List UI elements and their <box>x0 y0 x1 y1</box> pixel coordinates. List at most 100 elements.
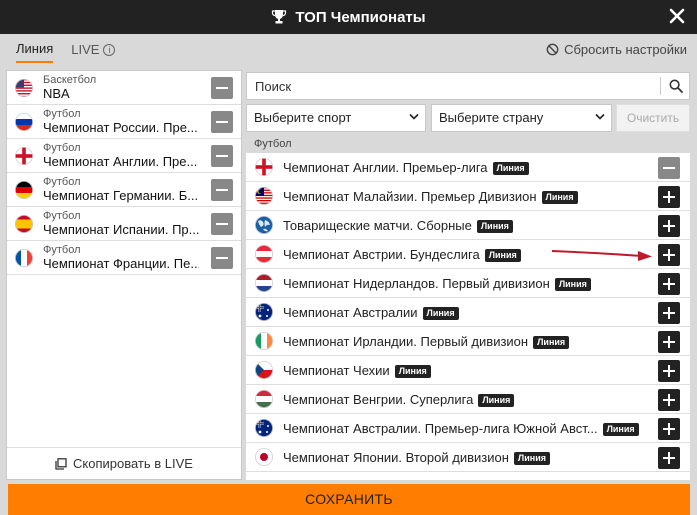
add-league-button[interactable] <box>658 215 680 237</box>
en-flag-icon <box>15 146 33 165</box>
favorites-list: Баскетбол NBA Футбол Чемпионат России. Пре.… <box>7 71 241 275</box>
search-box <box>246 72 690 100</box>
nl-flag-icon <box>255 274 273 292</box>
us-flag-icon <box>15 78 33 97</box>
favorite-name: Чемпионат Германии. Б... <box>43 188 199 203</box>
add-league-button[interactable] <box>658 302 680 324</box>
favorite-text: Футбол Чемпионат Испании. Пр... <box>43 210 211 237</box>
favorite-name: NBA <box>43 86 70 101</box>
fr-flag-icon <box>15 248 33 267</box>
hu-flag-icon <box>255 390 273 408</box>
line-badge: Линия <box>476 219 513 233</box>
add-league-button[interactable] <box>658 186 680 208</box>
favorite-name: Чемпионат Франции. Пе... <box>43 256 199 271</box>
favorite-sport: Футбол <box>43 210 81 222</box>
league-name: Чемпионат Нидерландов. Первый дивизион Ли… <box>283 276 591 291</box>
jp-flag-icon <box>255 448 273 466</box>
league-name-text: Чемпионат Австрии. Бундеслига <box>283 246 480 262</box>
league-name: Чемпионат Австрии. Бундеслига Линия <box>283 247 521 262</box>
sport-select-value: Выберите спорт <box>254 110 352 125</box>
favorite-text: Футбол Чемпионат Англии. Пре... <box>43 142 211 169</box>
league-name: Товарищеские матчи. Сборные Линия <box>283 218 513 233</box>
league-name-text: Чемпионат Нидерландов. Первый дивизион <box>283 275 550 291</box>
league-row: Чемпионат Японии. Второй дивизион Линия <box>246 443 690 472</box>
league-row: Чемпионат Англии. Премьер-лига Линия <box>246 153 690 182</box>
league-name-text: Товарищеские матчи. Сборные <box>283 217 472 233</box>
add-league-button[interactable] <box>658 389 680 411</box>
search-icon[interactable] <box>669 79 683 93</box>
remove-favorite-button[interactable] <box>211 178 233 201</box>
es-flag-icon <box>15 214 33 233</box>
save-button[interactable]: СОХРАНИТЬ <box>8 484 690 515</box>
remove-favorite-button[interactable] <box>211 110 233 133</box>
line-badge: Линия <box>394 364 431 378</box>
reset-settings-button[interactable]: Сбросить настройки <box>546 42 687 57</box>
favorite-item: Баскетбол NBA <box>7 71 241 105</box>
favorite-name: Чемпионат России. Пре... <box>43 120 198 135</box>
league-row: Чемпионат Австралии. Премьер-лига Южной … <box>246 414 690 443</box>
line-badge: Линия <box>513 451 550 465</box>
league-row: Чемпионат Малайзии. Премьер Дивизион Лини… <box>246 182 690 211</box>
favorites-panel: Баскетбол NBA Футбол Чемпионат России. Пре.… <box>6 70 242 480</box>
country-select[interactable]: Выберите страну <box>431 104 612 132</box>
remove-favorite-button[interactable] <box>211 76 233 99</box>
tab-line[interactable]: Линия <box>16 37 54 63</box>
au-flag-icon <box>255 419 273 437</box>
favorite-text: Баскетбол NBA <box>43 74 211 101</box>
league-name: Чемпионат Чехии Линия <box>283 363 431 378</box>
league-row: Товарищеские матчи. Сборные Линия <box>246 211 690 240</box>
league-row: Чемпионат Ирландии. Первый дивизион Линия <box>246 327 690 356</box>
league-name-text: Чемпионат Венгрии. Суперлига <box>283 391 474 407</box>
favorite-item: Футбол Чемпионат Франции. Пе... <box>7 241 241 275</box>
league-name: Чемпионат Японии. Второй дивизион Линия <box>283 450 550 465</box>
at-flag-icon <box>255 245 273 263</box>
tab-live-label: LIVE <box>71 42 100 57</box>
league-name: Чемпионат Австралии. Премьер-лига Южной … <box>283 421 639 436</box>
favorite-sport: Футбол <box>43 142 81 154</box>
search-divider <box>660 77 661 95</box>
reset-settings-label: Сбросить настройки <box>564 42 687 57</box>
remove-league-button[interactable] <box>658 157 680 179</box>
favorite-name: Чемпионат Англии. Пре... <box>43 154 198 169</box>
remove-favorite-button[interactable] <box>211 144 233 167</box>
info-icon[interactable]: i <box>103 44 116 56</box>
line-badge: Линия <box>554 277 591 291</box>
favorite-name: Чемпионат Испании. Пр... <box>43 222 199 237</box>
favorite-text: Футбол Чемпионат Франции. Пе... <box>43 244 211 271</box>
remove-favorite-button[interactable] <box>211 246 233 269</box>
favorite-sport: Футбол <box>43 176 81 188</box>
favorite-item: Футбол Чемпионат России. Пре... <box>7 105 241 139</box>
ban-icon <box>546 43 559 56</box>
league-list: Чемпионат Англии. Премьер-лига Линия Чемпи… <box>246 153 690 480</box>
clear-button[interactable]: Очистить <box>616 104 690 132</box>
search-input[interactable] <box>247 73 647 99</box>
add-league-button[interactable] <box>658 244 680 266</box>
league-row: Чемпионат Чехии Линия <box>246 356 690 385</box>
favorite-item: Футбол Чемпионат Германии. Б... <box>7 173 241 207</box>
my-flag-icon <box>255 187 273 205</box>
add-league-button[interactable] <box>658 273 680 295</box>
section-label: Футбол <box>254 138 292 150</box>
chevron-down-icon <box>409 113 419 120</box>
league-name: Чемпионат Англии. Премьер-лига Линия <box>283 160 529 175</box>
league-name-text: Чемпионат Ирландии. Первый дивизион <box>283 333 529 349</box>
favorite-sport: Футбол <box>43 244 81 256</box>
au-flag-icon <box>255 303 273 321</box>
copy-to-live-button[interactable]: Скопировать в LIVE <box>7 447 241 479</box>
add-league-button[interactable] <box>658 418 680 440</box>
modal-title: ТОП Чемпионаты <box>271 9 426 26</box>
add-league-button[interactable] <box>658 360 680 382</box>
add-league-button[interactable] <box>658 447 680 469</box>
line-badge: Линия <box>533 335 570 349</box>
close-icon[interactable] <box>667 6 687 26</box>
favorite-item: Футбол Чемпионат Испании. Пр... <box>7 207 241 241</box>
sport-select[interactable]: Выберите спорт <box>246 104 426 132</box>
add-league-button[interactable] <box>658 331 680 353</box>
country-select-value: Выберите страну <box>439 110 544 125</box>
tab-live[interactable]: LIVE i <box>71 34 116 66</box>
remove-favorite-button[interactable] <box>211 212 233 235</box>
ru-flag-icon <box>15 112 33 131</box>
league-name: Чемпионат Венгрии. Суперлига Линия <box>283 391 515 407</box>
favorite-sport: Футбол <box>43 108 81 120</box>
line-badge: Линия <box>422 306 459 320</box>
